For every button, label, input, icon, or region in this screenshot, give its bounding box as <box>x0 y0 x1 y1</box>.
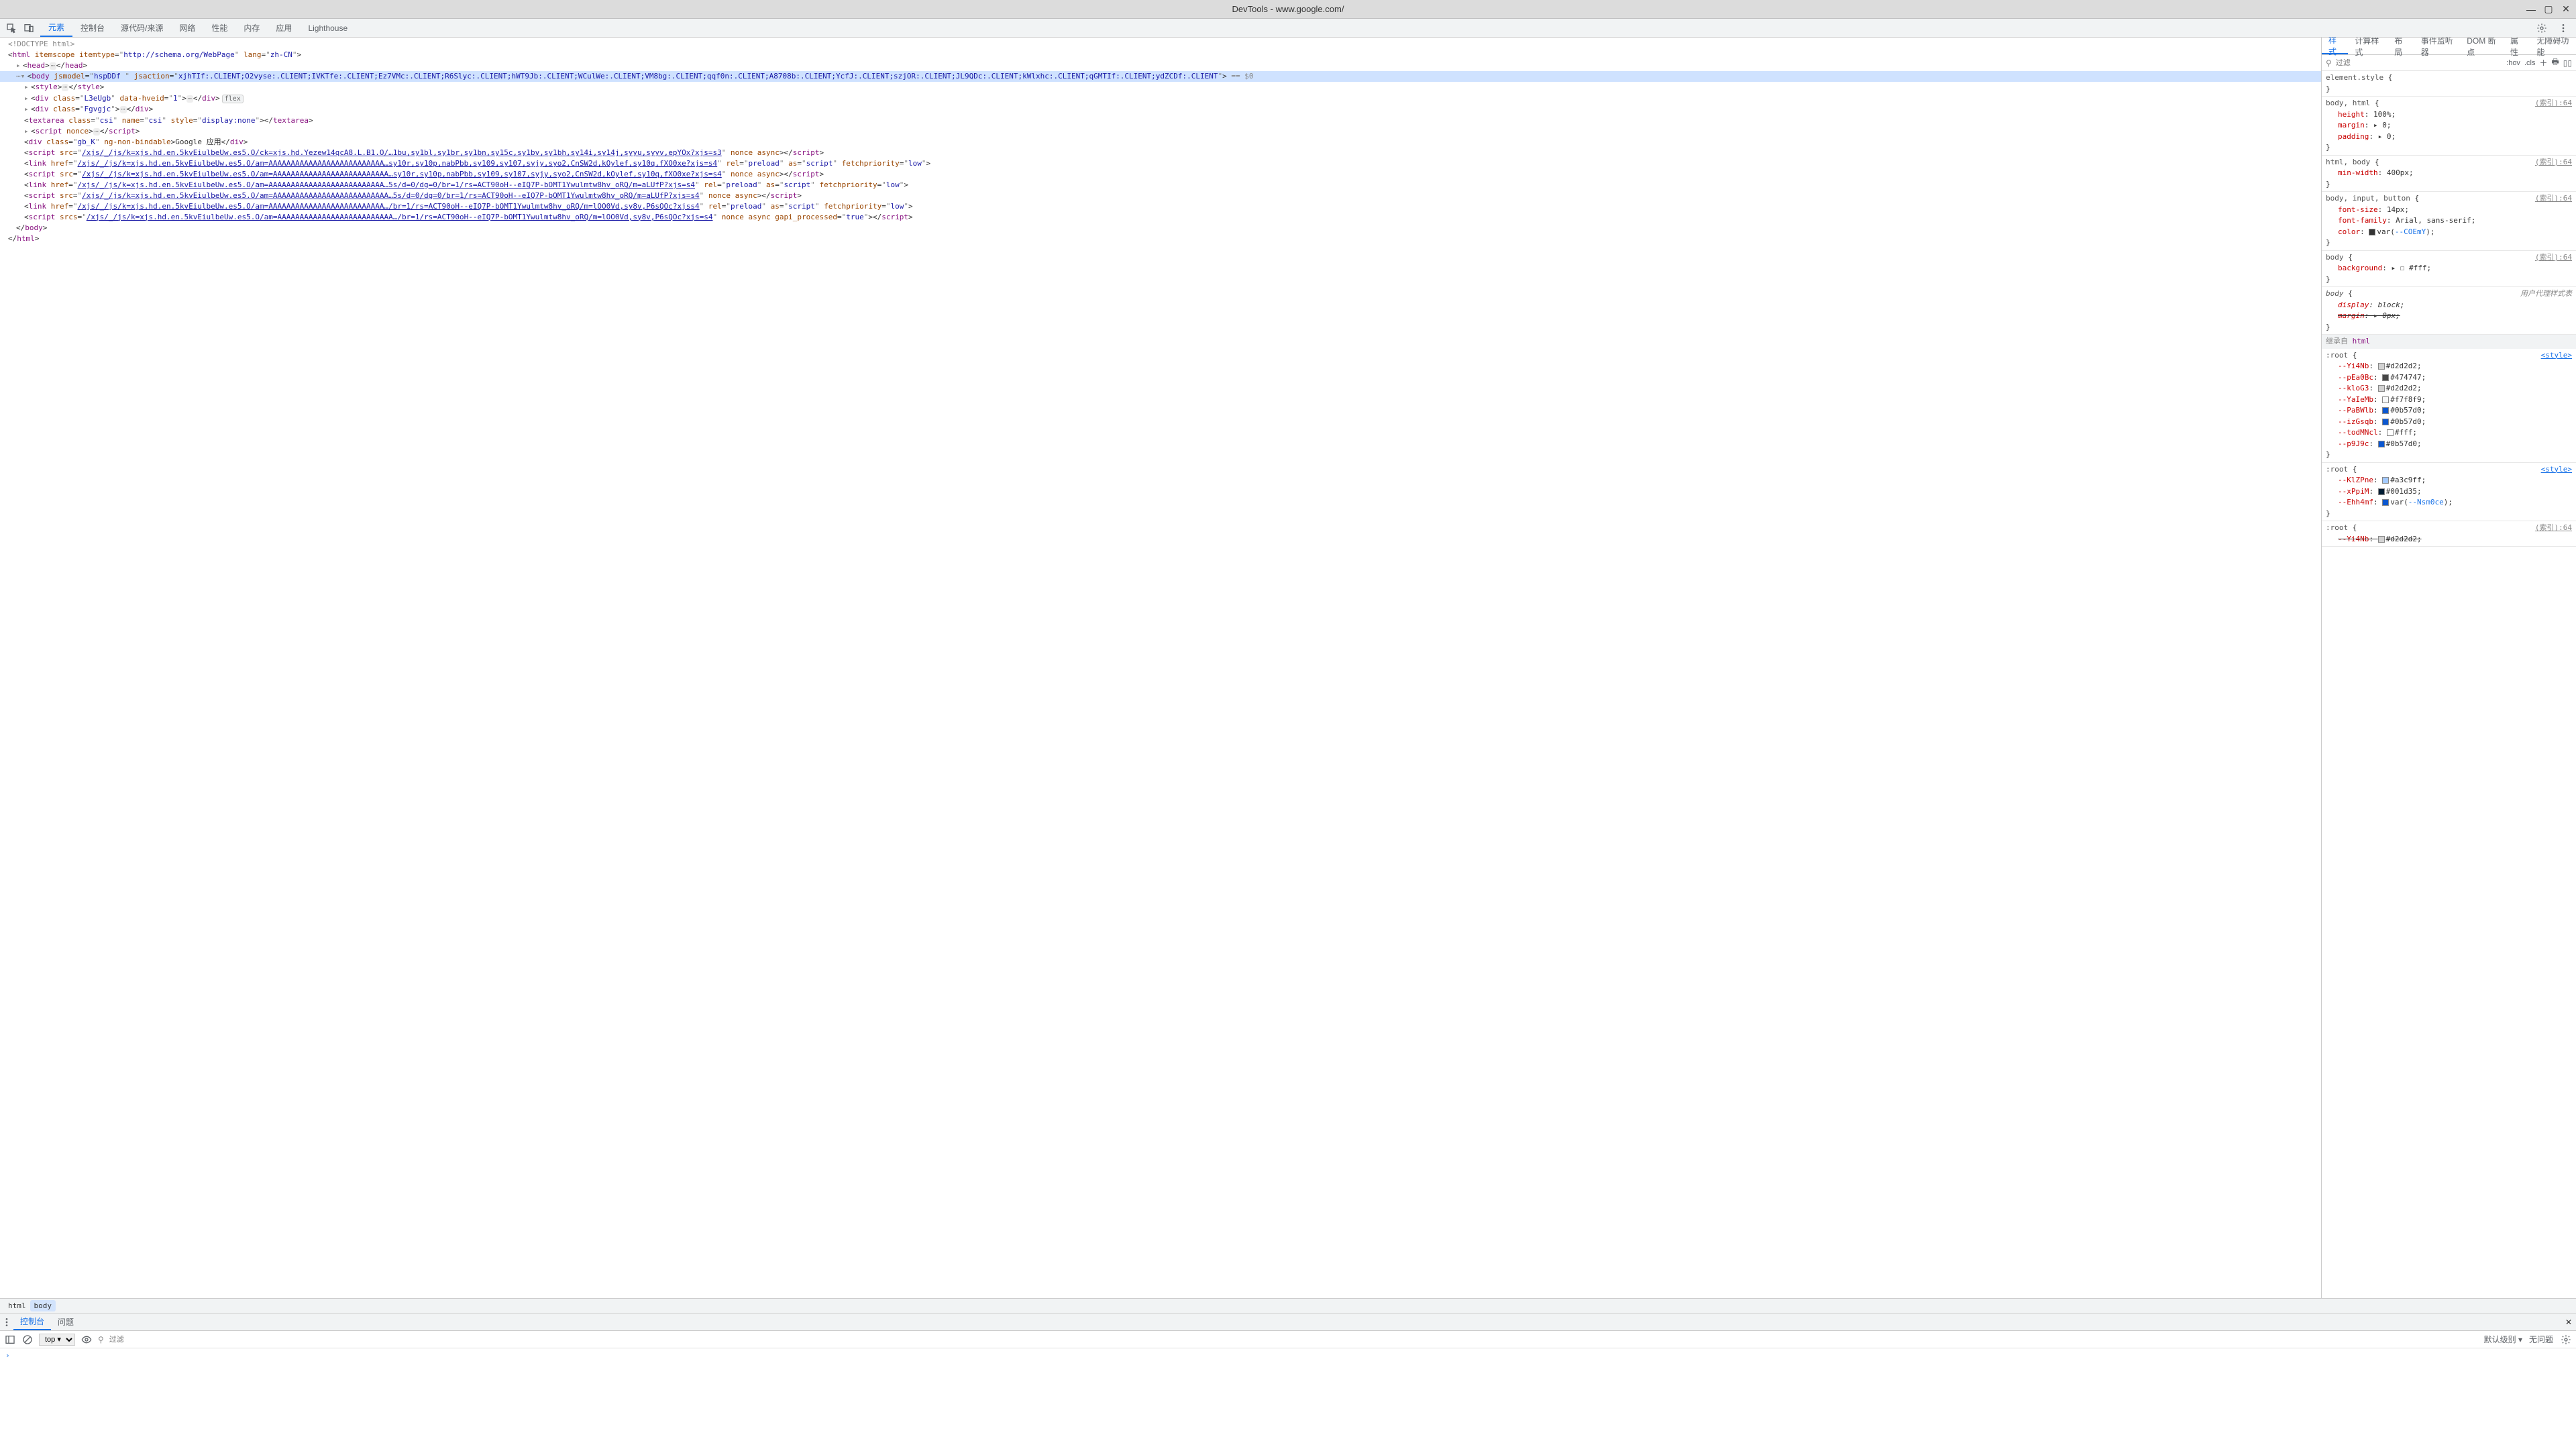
body-close-node[interactable]: </body> <box>0 223 2321 233</box>
rule-root-1[interactable]: <style> :root { --Yi4Nb: #d2d2d2; --pEa0… <box>2322 349 2576 463</box>
link1-node[interactable]: <link href="/xjs/_/js/k=xjs.hd.en.5kvEiu… <box>0 158 2321 169</box>
breadcrumb: html body <box>0 1298 2576 1313</box>
tab-elements[interactable]: 元素 <box>40 19 72 37</box>
script-nonce-node[interactable]: ▸<script nonce>⋯</script> <box>0 126 2321 138</box>
styles-tab-computed[interactable]: 计算样式 <box>2348 38 2387 54</box>
minimize-button[interactable]: — <box>2526 5 2536 14</box>
inherit-header: 继承自 html <box>2322 335 2576 349</box>
textarea-node[interactable]: <textarea class="csi" name="csi" style="… <box>0 115 2321 126</box>
maximize-button[interactable]: ▢ <box>2544 5 2553 14</box>
issues-link[interactable]: 无问题 <box>2529 1334 2553 1345</box>
filter-icon: ⚲ <box>2326 58 2332 68</box>
main-tabs: 元素 控制台 源代码/来源 网络 性能 内存 应用 Lighthouse <box>40 19 356 37</box>
element-style-rule[interactable]: element.style {} <box>2322 71 2576 97</box>
console-context-select[interactable]: top ▾ <box>39 1334 75 1346</box>
tab-console[interactable]: 控制台 <box>72 19 113 37</box>
style-node[interactable]: ▸<style>⋯</style> <box>0 82 2321 93</box>
rule-root-2[interactable]: <style> :root { --KlZPne: #a3c9ff; --xPp… <box>2322 463 2576 522</box>
rule-body-html-1[interactable]: (索引):64 body, html { height: 100%; margi… <box>2322 97 2576 156</box>
styles-tab-dom-breakpoints[interactable]: DOM 断点 <box>2460 38 2504 54</box>
script-srcs-node[interactable]: <script srcs="/xjs/_/js/k=xjs.hd.en.5kvE… <box>0 212 2321 223</box>
tab-memory[interactable]: 内存 <box>235 19 268 37</box>
tab-application[interactable]: 应用 <box>268 19 300 37</box>
div-l3eugb-node[interactable]: ▸<div class="L3eUgb" data-hveid="1">⋯</d… <box>0 93 2321 105</box>
link3-node[interactable]: <link href="/xjs/_/js/k=xjs.hd.en.5kvEiu… <box>0 201 2321 212</box>
titlebar: DevTools - www.google.com/ — ▢ ✕ <box>0 0 2576 19</box>
rule-body-background[interactable]: (索引):64 body { background: ▸ ☐ #fff; } <box>2322 251 2576 288</box>
html-node[interactable]: <html itemscope itemtype="http://schema.… <box>0 50 2321 60</box>
console-filter-input[interactable] <box>109 1336 205 1344</box>
head-node[interactable]: ▸<head>⋯</head> <box>0 60 2321 72</box>
crumb-body[interactable]: body <box>30 1300 56 1311</box>
new-style-rule-icon[interactable]: ＋ <box>2539 57 2547 68</box>
more-icon[interactable] <box>2555 19 2572 37</box>
cls-toggle[interactable]: .cls <box>2524 59 2536 67</box>
tab-lighthouse[interactable]: Lighthouse <box>300 19 356 37</box>
clear-console-icon[interactable] <box>21 1331 34 1348</box>
log-level-select[interactable]: 默认级别 ▾ <box>2484 1334 2522 1345</box>
tab-sources[interactable]: 源代码/来源 <box>113 19 171 37</box>
console-filter-icon: ⚲ <box>98 1335 104 1344</box>
doctype-node[interactable]: <!DOCTYPE html> <box>8 40 74 48</box>
styles-filter-input[interactable] <box>2336 59 2502 67</box>
rule-body-input-button[interactable]: (索引):64 body, input, button { font-size:… <box>2322 192 2576 251</box>
link2-node[interactable]: <link href="/xjs/_/js/k=xjs.hd.en.5kvEiu… <box>0 180 2321 191</box>
console-body[interactable]: › <box>0 1348 2576 1449</box>
drawer-tab-issues[interactable]: 问题 <box>51 1313 80 1330</box>
elements-tree[interactable]: <!DOCTYPE html> <html itemscope itemtype… <box>0 38 2321 1298</box>
drawer-tab-console[interactable]: 控制台 <box>13 1313 51 1330</box>
script-src3-node[interactable]: <script src="/xjs/_/js/k=xjs.hd.en.5kvEi… <box>0 191 2321 201</box>
crumb-html[interactable]: html <box>4 1300 30 1311</box>
console-settings-icon[interactable] <box>2560 1331 2572 1348</box>
toggle-common-rendering-icon[interactable]: 🖶 <box>2551 56 2559 70</box>
hov-toggle[interactable]: :hov <box>2506 59 2520 67</box>
styles-tab-layout[interactable]: 布局 <box>2387 38 2414 54</box>
tab-performance[interactable]: 性能 <box>203 19 235 37</box>
close-button[interactable]: ✕ <box>2561 5 2571 14</box>
styles-body[interactable]: element.style {} (索引):64 body, html { he… <box>2322 71 2576 1298</box>
window-title: DevTools - www.google.com/ <box>1232 4 1344 14</box>
drawer-more-icon[interactable] <box>0 1313 13 1331</box>
script-src2-node[interactable]: <script src="/xjs/_/js/k=xjs.hd.en.5kvEi… <box>0 169 2321 180</box>
script-src1-node[interactable]: <script src="/xjs/_/js/k=xjs.hd.en.5kvEi… <box>0 148 2321 158</box>
tab-network[interactable]: 网络 <box>171 19 203 37</box>
inspect-element-icon[interactable] <box>3 19 20 37</box>
div-fgvgjc-node[interactable]: ▸<div class="Fgvgjc">⋯</div> <box>0 104 2321 115</box>
rule-html-body-2[interactable]: (索引):64 html, body { min-width: 400px; } <box>2322 156 2576 193</box>
html-close-node[interactable]: </html> <box>0 233 2321 244</box>
body-node[interactable]: ⋯▾<body jsmodel="hspDDf " jsaction="xjhT… <box>0 71 2321 82</box>
rule-body-useragent[interactable]: 用户代理样式表 body { display: block; margin: ▸… <box>2322 287 2576 335</box>
styles-tab-styles[interactable]: 样式 <box>2322 38 2348 54</box>
settings-icon[interactable] <box>2533 19 2551 37</box>
styles-panel: 样式 计算样式 布局 事件监听器 DOM 断点 属性 无障碍功能 ⚲ :hov … <box>2321 38 2576 1298</box>
styles-tab-properties[interactable]: 属性 <box>2504 38 2530 54</box>
console-prompt[interactable]: › <box>5 1351 10 1360</box>
drawer-close-icon[interactable]: ✕ <box>2565 1318 2572 1327</box>
live-expression-icon[interactable] <box>80 1331 93 1348</box>
styles-tab-accessibility[interactable]: 无障碍功能 <box>2530 38 2576 54</box>
console-sidebar-toggle-icon[interactable] <box>4 1331 16 1348</box>
rule-root-3[interactable]: (索引):64 :root { --Yi4Nb: #d2d2d2; <box>2322 521 2576 547</box>
styles-tabs: 样式 计算样式 布局 事件监听器 DOM 断点 属性 无障碍功能 <box>2322 38 2576 55</box>
drawer: 控制台 问题 ✕ top ▾ ⚲ 默认级别 ▾ 无问题 › <box>0 1313 2576 1449</box>
div-gbk-node[interactable]: <div class="gb_K" ng-non-bindable>Google… <box>0 137 2321 148</box>
toggle-sidebar-icon[interactable]: ▯▯ <box>2563 58 2572 68</box>
styles-tab-listeners[interactable]: 事件监听器 <box>2414 38 2461 54</box>
main-toolbar: 元素 控制台 源代码/来源 网络 性能 内存 应用 Lighthouse <box>0 19 2576 38</box>
device-toggle-icon[interactable] <box>20 19 38 37</box>
